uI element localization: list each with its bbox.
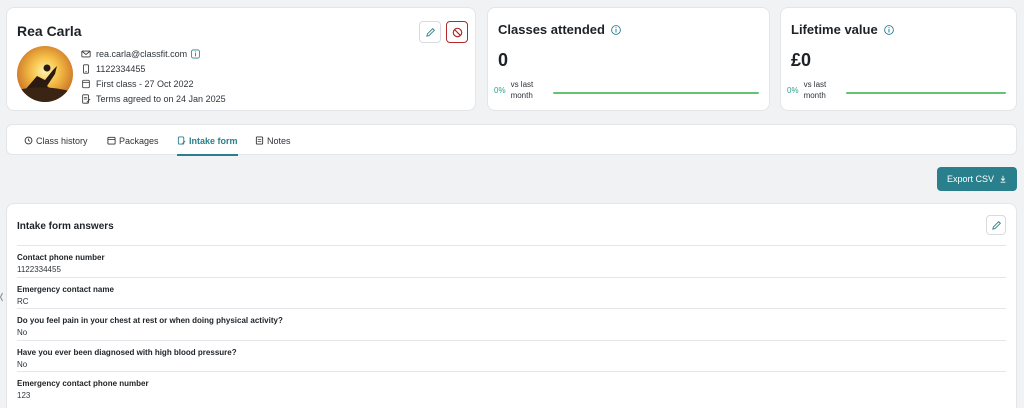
tab-notes[interactable]: Notes	[255, 125, 291, 156]
answer: 123	[17, 391, 31, 400]
question: Emergency contact name	[17, 284, 114, 294]
phone-row: 1122334455	[80, 61, 226, 76]
profile-phone: 1122334455	[96, 63, 146, 74]
block-profile-button[interactable]	[446, 21, 468, 43]
list-item: Emergency contact name RC	[17, 276, 1006, 309]
stat-footer: 0% vs last month	[787, 78, 1006, 102]
question: Do you feel pain in your chest at rest o…	[17, 316, 283, 325]
info-icon[interactable]	[611, 24, 621, 35]
form-icon	[177, 136, 186, 145]
intake-title: Intake form answers	[17, 221, 114, 232]
list-item: Have you ever been diagnosed with high b…	[17, 339, 1006, 372]
profile-email: rea.carla@classfit.com	[96, 48, 188, 59]
profile-first-class: First class - 27 Oct 2022	[96, 78, 194, 89]
profile-info: rea.carla@classfit.com 1122334455 First …	[80, 46, 226, 106]
profile-terms: Terms agreed to on 24 Jan 2025	[96, 93, 226, 104]
calendar-icon	[107, 136, 116, 145]
email-row: rea.carla@classfit.com	[80, 46, 226, 61]
answer: 1122334455	[17, 265, 61, 274]
tab-class-history[interactable]: Class history	[24, 125, 88, 156]
tab-label: Packages	[119, 135, 159, 146]
pencil-icon	[991, 220, 1001, 230]
edit-intake-button[interactable]	[986, 215, 1006, 235]
first-class-row: First class - 27 Oct 2022	[80, 76, 226, 91]
progress-line	[552, 92, 759, 94]
lifetime-value-card: Lifetime value £0 0% vs last month	[780, 7, 1017, 111]
collapse-chevron-icon[interactable]	[0, 292, 3, 302]
stat-title: Lifetime value	[791, 22, 894, 37]
terms-row: Terms agreed to on 24 Jan 2025	[80, 91, 226, 106]
intake-form-card: Intake form answers Contact phone number…	[6, 203, 1017, 408]
tab-bar: Class history Packages Intake form Notes	[6, 124, 1017, 156]
stat-title: Classes attended	[498, 22, 621, 37]
question: Have you ever been diagnosed with high b…	[17, 347, 237, 357]
phone-icon	[80, 63, 91, 74]
tab-intake-form[interactable]: Intake form	[177, 125, 238, 156]
profile-card: Rea Carla rea.carla@classfit.com 1122334…	[6, 7, 476, 111]
list-item: Do you feel pain in your chest at rest o…	[17, 308, 1006, 340]
avatar	[17, 46, 73, 102]
export-csv-button[interactable]: Export CSV	[937, 167, 1017, 191]
info-icon[interactable]	[191, 49, 201, 59]
tab-label: Intake form	[189, 135, 238, 146]
answer: RC	[17, 296, 29, 306]
mail-icon	[80, 48, 91, 59]
classes-pct: 0%	[494, 85, 506, 95]
stat-footer: 0% vs last month	[494, 78, 759, 102]
info-icon[interactable]	[883, 24, 894, 35]
lifetime-pct: 0%	[787, 85, 799, 95]
profile-name: Rea Carla	[17, 23, 82, 39]
export-label: Export CSV	[946, 174, 995, 184]
lifetime-title: Lifetime value	[791, 22, 878, 37]
tab-label: Class history	[36, 135, 88, 146]
note-icon	[255, 136, 264, 145]
lifetime-vs: vs last month	[803, 80, 827, 100]
classes-attended-card: Classes attended 0 0% vs last month	[487, 7, 770, 111]
edit-profile-button[interactable]	[419, 21, 441, 43]
download-icon	[1000, 175, 1006, 183]
intake-answers-list: Contact phone number 1122334455 Emergenc…	[17, 245, 1006, 403]
progress-line	[845, 92, 1006, 94]
answer: No	[17, 328, 28, 337]
answer: No	[17, 359, 28, 369]
tab-packages[interactable]: Packages	[107, 125, 159, 156]
tab-label: Notes	[267, 135, 291, 146]
question: Contact phone number	[17, 253, 105, 262]
calendar-icon	[80, 78, 91, 89]
list-item: Contact phone number 1122334455	[17, 245, 1006, 277]
classes-value: 0	[498, 50, 509, 70]
classes-vs: vs last month	[510, 80, 534, 100]
document-edit-icon	[80, 93, 91, 104]
history-icon	[24, 136, 33, 145]
lifetime-value: £0	[791, 50, 812, 70]
ban-icon	[452, 27, 462, 37]
list-item: Emergency contact phone number 123	[17, 371, 1006, 403]
question: Emergency contact phone number	[17, 379, 149, 388]
classes-title: Classes attended	[498, 22, 605, 37]
pencil-icon	[425, 27, 435, 37]
